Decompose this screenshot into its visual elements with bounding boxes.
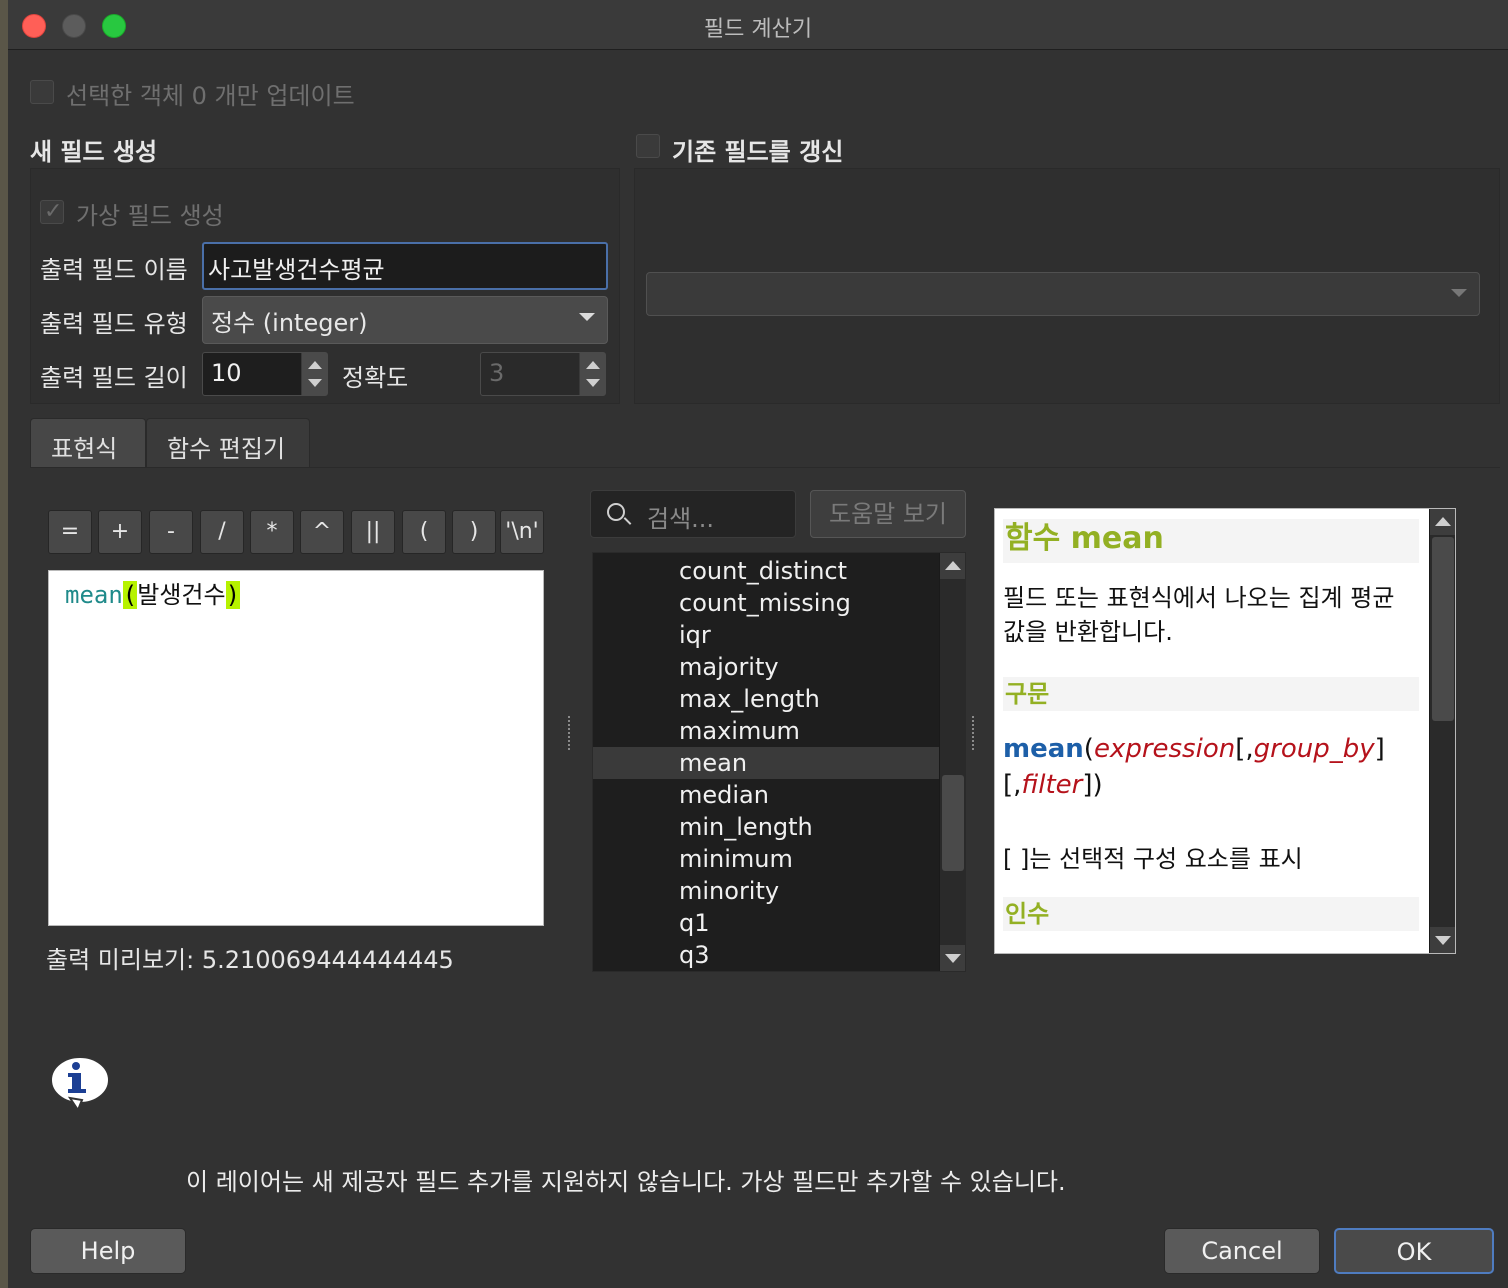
syntax-function: mean <box>1003 734 1084 764</box>
function-list-item[interactable]: min_length <box>593 811 939 843</box>
tab-function-editor[interactable]: 함수 편집기 <box>146 418 310 468</box>
function-list-item[interactable]: maximum <box>593 715 939 747</box>
output-type-combo[interactable]: 정수 (integer) <box>202 296 608 344</box>
splitter-handle-left[interactable] <box>568 716 572 750</box>
function-list-item[interactable]: q3 <box>593 939 939 971</box>
field-calculator-dialog: 필드 계산기 선택한 객체 0 개만 업데이트 새 필드 생성 가상 필드 생성… <box>8 0 1508 1288</box>
help-syntax: mean(expression[,group_by] [,filter]) <box>1003 734 1385 800</box>
cancel-button[interactable]: Cancel <box>1164 1228 1320 1274</box>
search-placeholder: 검색... <box>647 505 715 533</box>
update-existing-checkbox[interactable] <box>636 134 660 158</box>
output-name-label: 출력 필드 이름 <box>40 256 188 284</box>
window-title: 필드 계산기 <box>703 17 813 42</box>
output-length-value: 10 <box>211 359 242 387</box>
scroll-up-icon[interactable] <box>1430 509 1455 535</box>
scroll-thumb[interactable] <box>942 775 964 871</box>
stepper-up-icon[interactable] <box>586 361 600 369</box>
update-existing-label: 기존 필드를 갱신 <box>672 138 844 166</box>
output-preview: 출력 미리보기: 5.210069444444445 <box>46 946 454 974</box>
precision-label: 정확도 <box>342 364 409 392</box>
splitter-handle-right[interactable] <box>972 716 976 750</box>
existing-field-combo[interactable] <box>646 272 1480 316</box>
output-length-label: 출력 필드 길이 <box>40 364 188 392</box>
help-title: 함수 mean <box>1003 519 1419 563</box>
function-list-item[interactable]: majority <box>593 651 939 683</box>
scroll-down-icon[interactable] <box>1430 927 1455 953</box>
update-selected-label: 선택한 객체 0 개만 업데이트 <box>66 82 355 110</box>
search-icon <box>607 503 625 521</box>
stepper-up-icon[interactable] <box>308 361 322 369</box>
output-length-stepper[interactable] <box>301 353 327 395</box>
help-arguments-header: 인수 <box>1003 897 1419 931</box>
help-button[interactable]: Help <box>30 1228 186 1274</box>
virtual-field-checkbox[interactable] <box>40 199 64 224</box>
function-list-item[interactable]: minority <box>593 875 939 907</box>
function-list-item[interactable]: max_length <box>593 683 939 715</box>
virtual-field-label: 가상 필드 생성 <box>76 202 224 230</box>
function-list-item[interactable]: count_distinct <box>593 555 939 587</box>
help-syntax-header: 구문 <box>1003 677 1419 711</box>
expression-code: mean(발생건수) <box>65 575 241 610</box>
help-description: 필드 또는 표현식에서 나오는 집계 평균 값을 반환합니다. <box>1003 584 1395 646</box>
function-list-item[interactable]: minimum <box>593 843 939 875</box>
precision-spinbox[interactable]: 3 <box>480 352 606 396</box>
operator-divide-button[interactable]: / <box>200 510 244 554</box>
info-icon <box>50 1056 110 1112</box>
expression-close-paren: ) <box>225 581 241 609</box>
ok-button[interactable]: OK <box>1334 1228 1494 1274</box>
scroll-down-icon[interactable] <box>940 945 965 971</box>
function-list[interactable]: count_distinct count_missing iqr majority ma… <box>592 552 966 972</box>
scroll-up-icon[interactable] <box>940 553 965 579</box>
syntax-arg-expression: expression <box>1093 734 1236 764</box>
stepper-down-icon[interactable] <box>308 379 322 387</box>
function-list-item[interactable]: q1 <box>593 907 939 939</box>
operator-equals-button[interactable]: = <box>48 510 92 554</box>
help-scrollbar[interactable] <box>1429 509 1455 953</box>
chevron-down-icon <box>579 313 595 321</box>
output-type-label: 출력 필드 유형 <box>40 310 188 338</box>
show-help-button[interactable]: 도움말 보기 <box>810 490 966 538</box>
output-name-input[interactable]: 사고발생건수평균 <box>202 242 608 290</box>
function-list-item[interactable]: iqr <box>593 619 939 651</box>
chevron-down-icon <box>1451 289 1467 297</box>
scroll-thumb[interactable] <box>1432 537 1454 721</box>
precision-stepper[interactable] <box>579 353 605 395</box>
syntax-arg-filter: filter <box>1021 770 1083 800</box>
stepper-down-icon[interactable] <box>586 379 600 387</box>
function-list-item[interactable]: count_missing <box>593 587 939 619</box>
operator-minus-button[interactable]: - <box>149 510 193 554</box>
function-search-input[interactable]: 검색... <box>590 490 796 538</box>
function-list-item[interactable]: mean <box>593 747 939 779</box>
expression-editor[interactable]: mean(발생건수) <box>48 570 544 926</box>
title-bar: 필드 계산기 <box>8 0 1508 50</box>
function-list-item[interactable]: median <box>593 779 939 811</box>
syntax-arg-group-by: group_by <box>1253 734 1375 764</box>
tab-divider <box>30 467 1500 468</box>
operator-multiply-button[interactable]: * <box>250 510 294 554</box>
operator-concat-button[interactable]: || <box>351 510 395 554</box>
output-type-value: 정수 (integer) <box>211 309 368 337</box>
operator-newline-button[interactable]: '\n' <box>500 510 544 554</box>
background-window-edge <box>0 0 8 1288</box>
function-list-scrollbar[interactable] <box>939 553 965 971</box>
expression-argument: 발생건수 <box>137 581 226 609</box>
expression-function: mean <box>65 581 123 609</box>
provider-warning-message: 이 레이어는 새 제공자 필드 추가를 지원하지 않습니다. 가상 필드만 추가… <box>186 1168 1066 1196</box>
precision-value: 3 <box>489 359 505 387</box>
operator-power-button[interactable]: ^ <box>300 510 344 554</box>
operator-plus-button[interactable]: + <box>98 510 142 554</box>
operator-close-paren-button[interactable]: ) <box>452 510 496 554</box>
operator-open-paren-button[interactable]: ( <box>402 510 446 554</box>
new-field-section-label: 새 필드 생성 <box>30 138 158 166</box>
function-help-panel: 함수 mean 필드 또는 표현식에서 나오는 집계 평균 값을 반환합니다. … <box>994 508 1456 954</box>
help-optional-note: [ ]는 선택적 구성 요소를 표시 <box>1003 845 1303 873</box>
output-length-spinbox[interactable]: 10 <box>202 352 328 396</box>
update-selected-checkbox[interactable] <box>30 80 54 104</box>
tab-expression[interactable]: 표현식 <box>30 418 146 468</box>
expression-open-paren: ( <box>122 581 138 609</box>
